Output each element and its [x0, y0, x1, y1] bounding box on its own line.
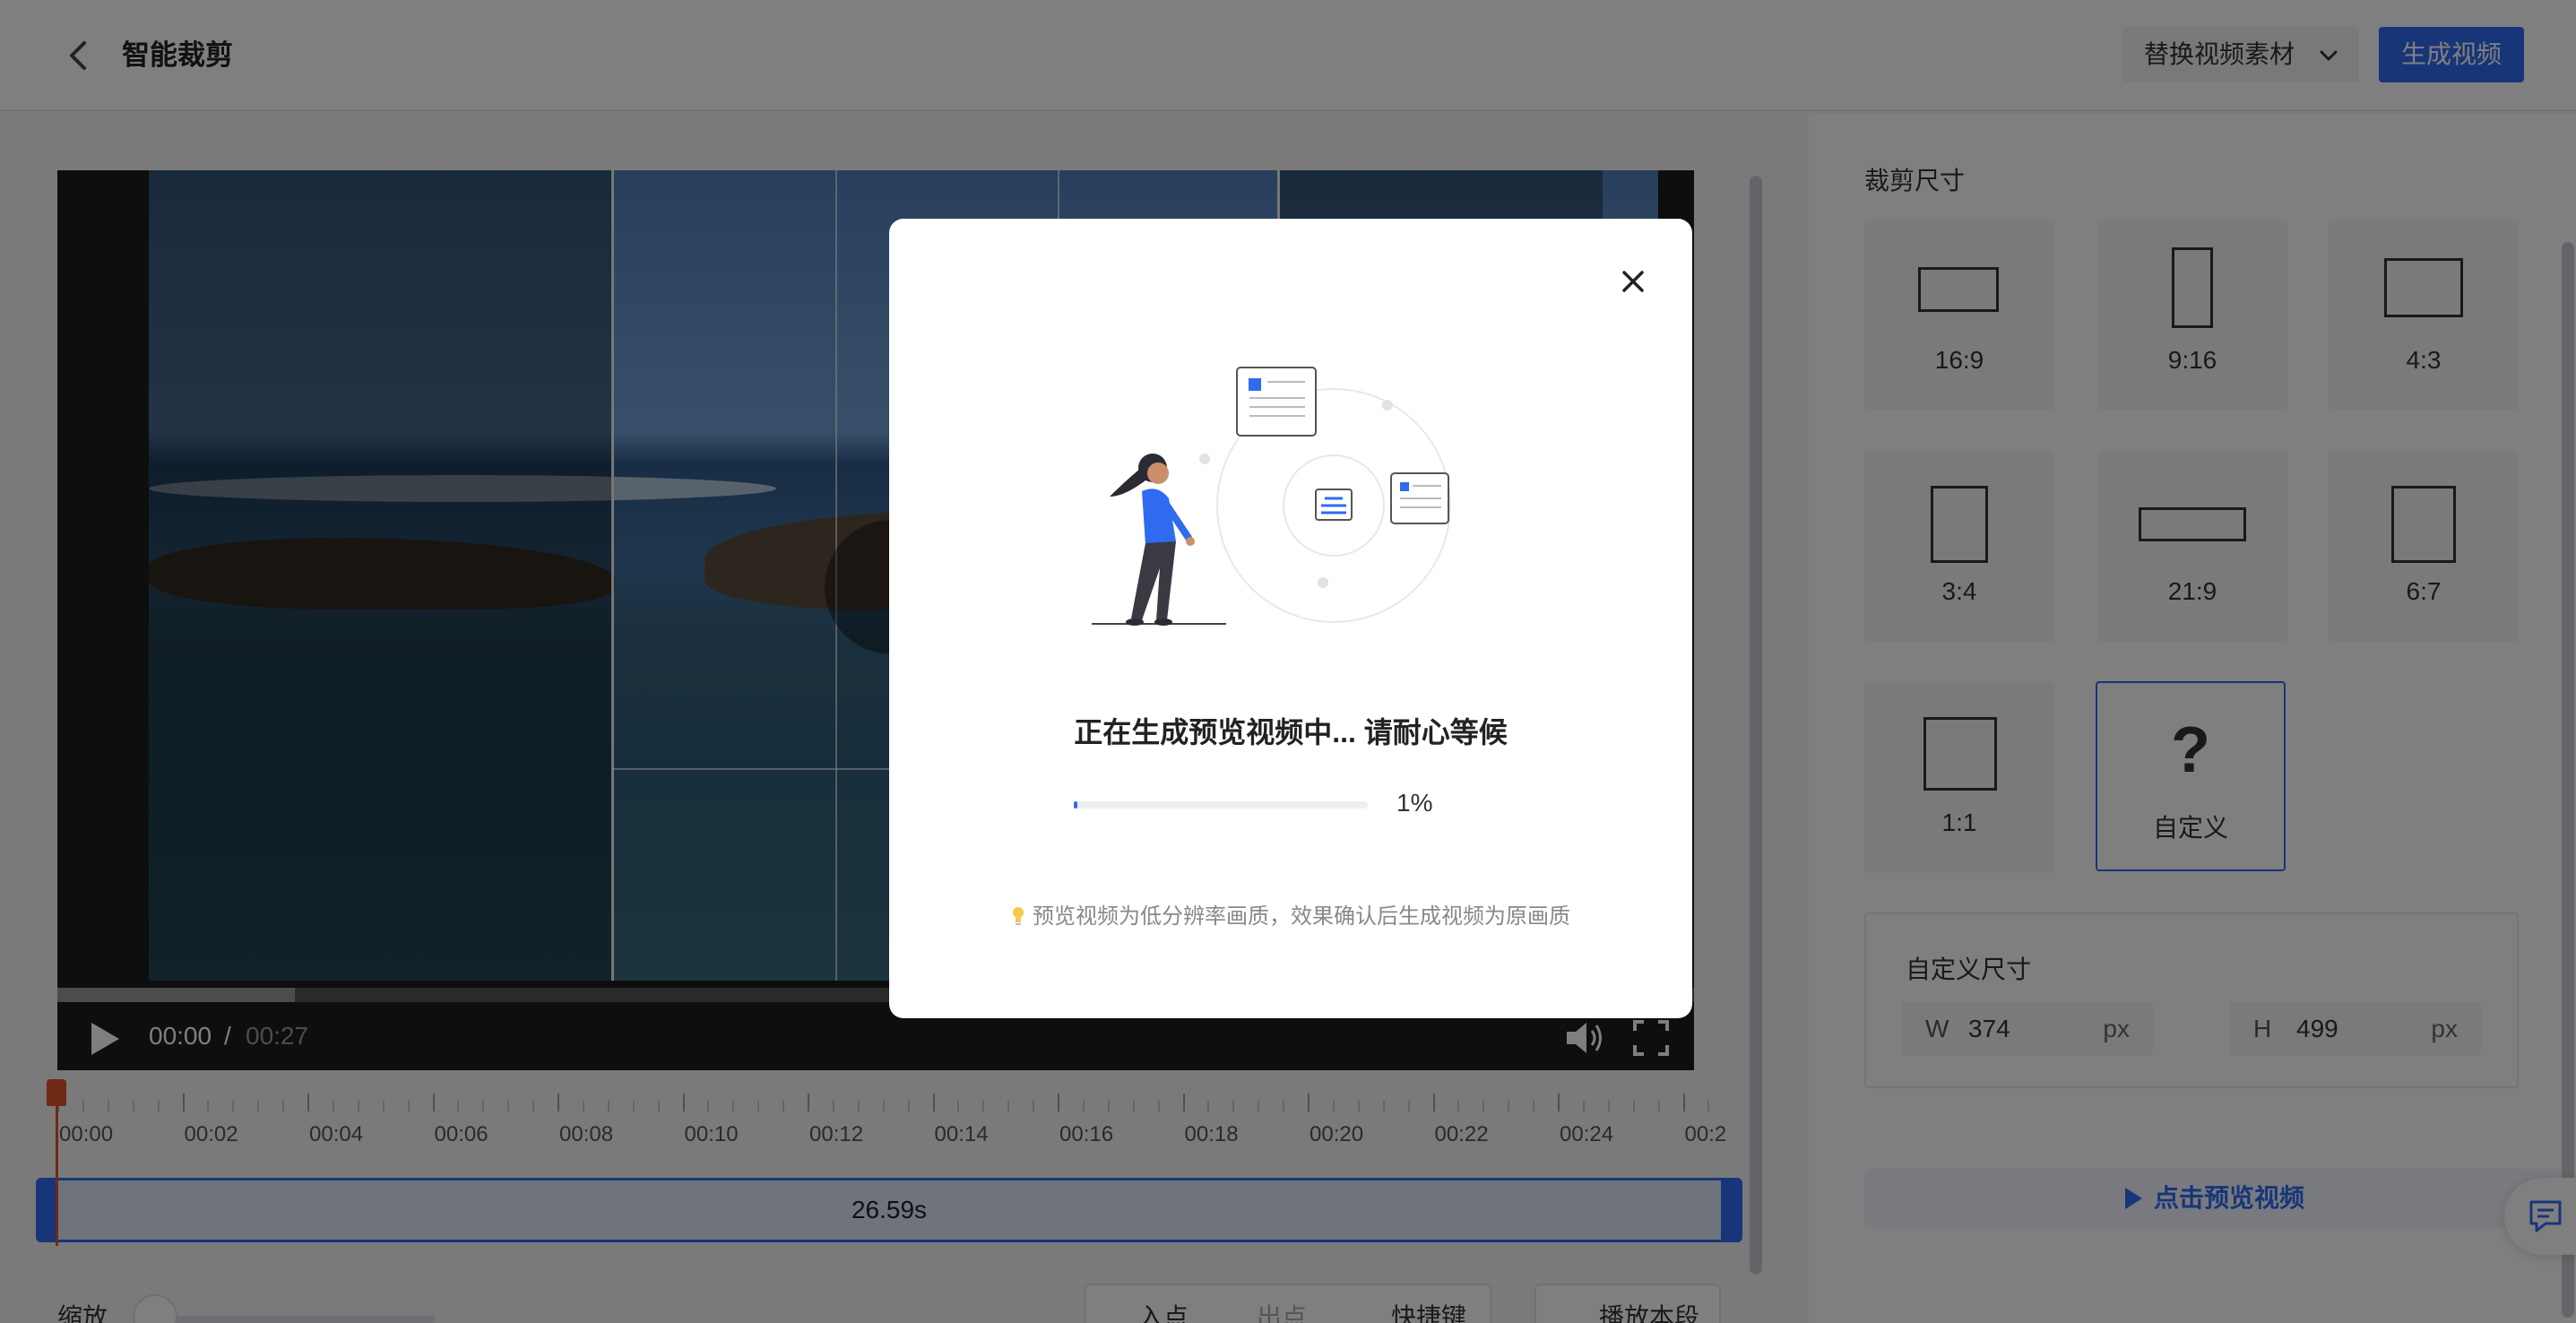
generation-progress-track [1074, 801, 1368, 808]
generation-progress-percent: 1% [1396, 789, 1433, 817]
waiting-illustration-icon [1092, 367, 1451, 626]
close-icon[interactable] [1617, 265, 1649, 298]
generating-modal: 正在生成预览视频中... 请耐心等候 1% 预览视频为低分辨率画质，效果确认后生… [889, 219, 1692, 1018]
lightbulb-icon [1013, 907, 1024, 925]
generation-progress-fill [1074, 801, 1077, 808]
generating-message: 正在生成预览视频中... 请耐心等候 [1074, 716, 1508, 748]
quality-tip-text: 预览视频为低分辨率画质，效果确认后生成视频为原画质 [1033, 904, 1570, 929]
quality-tip: 预览视频为低分辨率画质，效果确认后生成视频为原画质 [889, 898, 1692, 930]
